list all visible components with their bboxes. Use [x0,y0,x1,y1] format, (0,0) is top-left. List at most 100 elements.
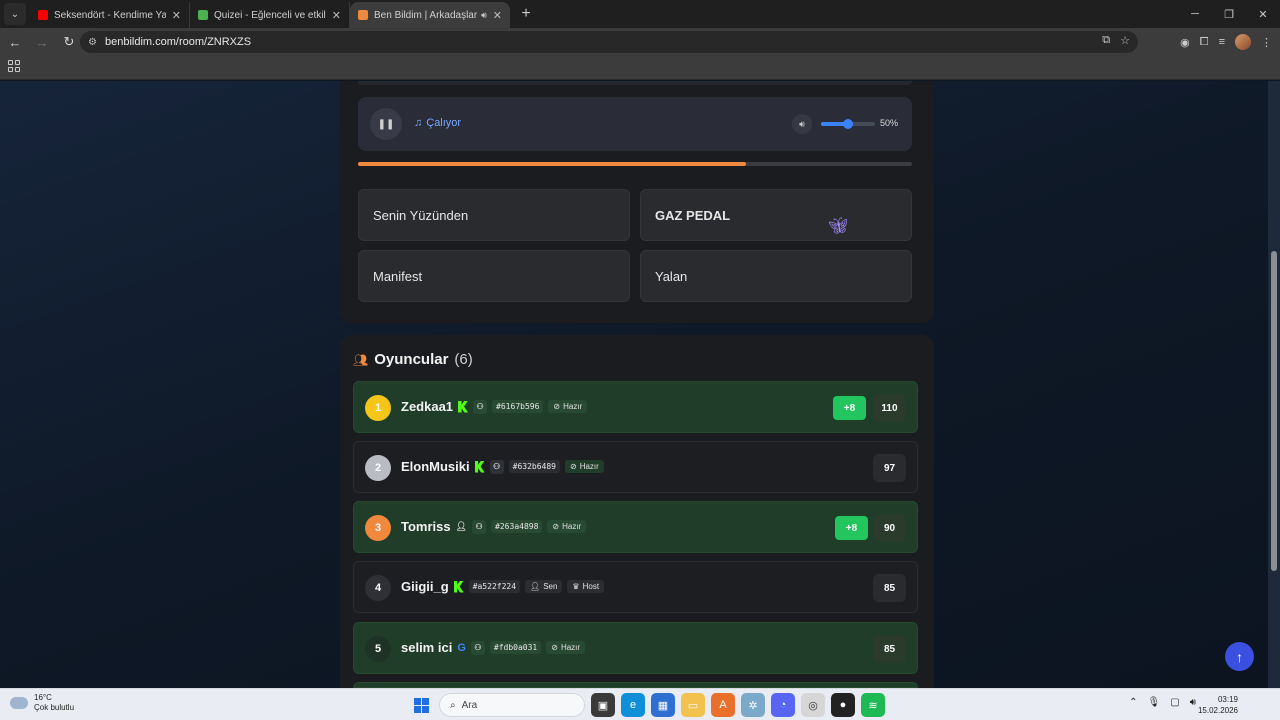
reload-icon[interactable]: ↻ [57,30,81,54]
bookmarks-bar [0,56,1280,80]
discord-icon[interactable]: ◔ [771,693,795,717]
benbildim-icon [358,10,368,20]
player-id: #a522f224 [468,580,521,593]
new-tab-button[interactable]: + [516,5,536,23]
edge-icon[interactable]: e [621,693,645,717]
close-tab-icon[interactable]: ✕ [332,9,341,22]
player-id: #632b6489 [508,460,560,473]
scrollbar[interactable] [1268,81,1280,688]
rank-badge: 2 [365,455,391,481]
chevron-up-icon[interactable]: ⌃ [1129,697,1137,708]
apps-grid-icon[interactable] [8,60,20,72]
check-circle-icon: ⊘ [551,643,558,652]
volume-knob[interactable] [843,119,853,129]
weather-widget[interactable]: 16°C Çok bulutlu [10,693,74,713]
settings-app-icon[interactable]: ✲ [741,693,765,717]
user-x-icon[interactable]: ⚇ [473,399,488,414]
speaker-icon[interactable]: 🔊︎ [481,10,487,21]
volume-slider[interactable] [821,119,875,129]
ready-status: ⊘ Hazır [546,641,586,654]
extensions-puzzle-icon[interactable]: ⧠ [1200,36,1209,49]
youtube-icon [38,10,48,20]
player-row: 1 Zedkaa1 ⚇ #6167b596 ⊘ Hazır +8 110 [353,381,918,433]
check-circle-icon: ⊘ [553,402,561,411]
spotify-icon[interactable]: ≋ [861,693,885,717]
media-control-icon[interactable]: ≡ [1219,36,1225,48]
pause-button[interactable]: ❚❚ [370,108,402,140]
player-row: 5 selim ici G ⚇ #fdb0a031 ⊘ Hazır 85 [353,622,918,674]
windows-start-icon[interactable] [409,693,433,717]
player-row: 4 Giigii_g #a522f224 👤︎ Sen ♛ Host 85 [353,561,918,613]
ready-status: ⊘ Hazır [564,460,604,473]
volume-icon[interactable]: 🔊︎ [792,114,812,134]
microphone-icon[interactable]: 🎙︎ [1148,697,1161,708]
tab-search-button[interactable]: ⌄ [4,3,26,25]
user-x-icon[interactable]: ⚇ [472,519,487,534]
clock-date: 15.02.2026 [1197,706,1238,715]
app-dark-icon[interactable]: ● [831,693,855,717]
music-note-icon: ♫ [414,117,423,129]
user-x-icon[interactable]: ⚇ [470,640,485,655]
bookmark-star-icon[interactable]: ☆ [1120,34,1130,47]
install-app-icon[interactable]: ⧉ [1102,34,1110,47]
tab-2[interactable]: Ben Bildim | Arkadaşlarınla 🔊︎ ✕ [350,2,510,28]
player-name: ElonMusiki [401,459,470,474]
user-icon: 👤︎ [455,521,468,531]
rank-badge: 4 [365,575,391,601]
file-explorer-icon[interactable]: ▭ [681,693,705,717]
weather-text: Çok bulutlu [34,703,75,712]
maximize-icon[interactable]: ❐ [1212,0,1246,28]
task-view-icon[interactable]: ▣ [591,693,615,717]
player-score: 85 [873,574,906,602]
taskbar-search[interactable]: ⌕ Ara [439,693,585,717]
extension-icon[interactable]: ◉ [1180,36,1190,49]
cloud-sun-icon [10,697,28,709]
playing-label: Çalıyor [426,117,462,129]
host-tag: ♛ Host [567,580,605,593]
playing-status: ♫ Çalıyor [414,117,461,129]
volume-percent: 50% [880,118,899,128]
back-icon[interactable]: ← [3,30,27,54]
player-row: 3 Tomriss 👤︎ ⚇ #263a4898 ⊘ Hazır +8 90 [353,501,918,553]
player-score: 90 [873,514,906,542]
app-a-icon[interactable]: A [711,693,735,717]
taskbar: 16°C Çok bulutlu ⌕ Ara ▣ e ▦ ▭ A ✲ ◔ ◎ ●… [0,688,1280,720]
store-icon[interactable]: ▦ [651,693,675,717]
window-controls: ─ ❐ ✕ [1178,0,1280,28]
system-tray: ⌃ 🎙︎ ▢ 🔊︎ [1129,697,1196,708]
tab-0[interactable]: Seksendört - Kendime Yalan Söyle ✕ [30,2,190,28]
clock[interactable]: 03:19 15.02.2026 [1198,694,1238,716]
player-row: 2 ElonMusiki ⚇ #632b6489 ⊘ Hazır 97 [353,441,918,493]
forward-icon[interactable]: → [30,30,54,54]
minimize-icon[interactable]: ─ [1178,0,1212,28]
tab-1[interactable]: Quizei - Eğlenceli ve etkileşimli ✕ [190,2,350,28]
users-icon: 👥︎ [353,352,369,367]
close-tab-icon[interactable]: ✕ [493,9,502,22]
score-delta: +8 [833,396,866,420]
site-info-icon[interactable]: ⚙︎ [88,37,97,48]
scrollbar-thumb[interactable] [1271,251,1277,571]
score-delta: +8 [835,516,868,540]
close-tab-icon[interactable]: ✕ [172,9,181,22]
volume-tray-icon[interactable]: 🔊︎ [1190,697,1196,708]
answer-option-3[interactable]: Manifest [358,250,630,302]
host-label: Host [582,582,600,591]
network-icon[interactable]: ▢ [1170,697,1179,708]
menu-icon[interactable]: ⋮ [1261,36,1272,49]
answer-option-2[interactable]: GAZ PEDAL [640,189,912,241]
search-icon: ⌕ [450,699,456,711]
chrome-icon[interactable]: ◎ [801,693,825,717]
user-icon: 👤︎ [530,582,541,591]
answer-option-1[interactable]: Senin Yüzünden [358,189,630,241]
url-text: benbildim.com/room/ZNRXZS [104,36,252,48]
rank-badge: 3 [365,515,391,541]
answer-option-4[interactable]: Yalan [640,250,912,302]
address-bar[interactable]: ⚙︎ benbildim.com/room/ZNRXZS ⧉ ☆ [80,31,1138,53]
status-label: Hazır [560,643,581,652]
kick-icon [453,580,464,593]
user-x-icon[interactable]: ⚇ [489,459,504,474]
close-window-icon[interactable]: ✕ [1246,0,1280,28]
scroll-to-top-button[interactable]: ↑ [1225,642,1254,671]
check-circle-icon: ⊘ [569,462,577,471]
profile-avatar[interactable] [1235,34,1251,50]
